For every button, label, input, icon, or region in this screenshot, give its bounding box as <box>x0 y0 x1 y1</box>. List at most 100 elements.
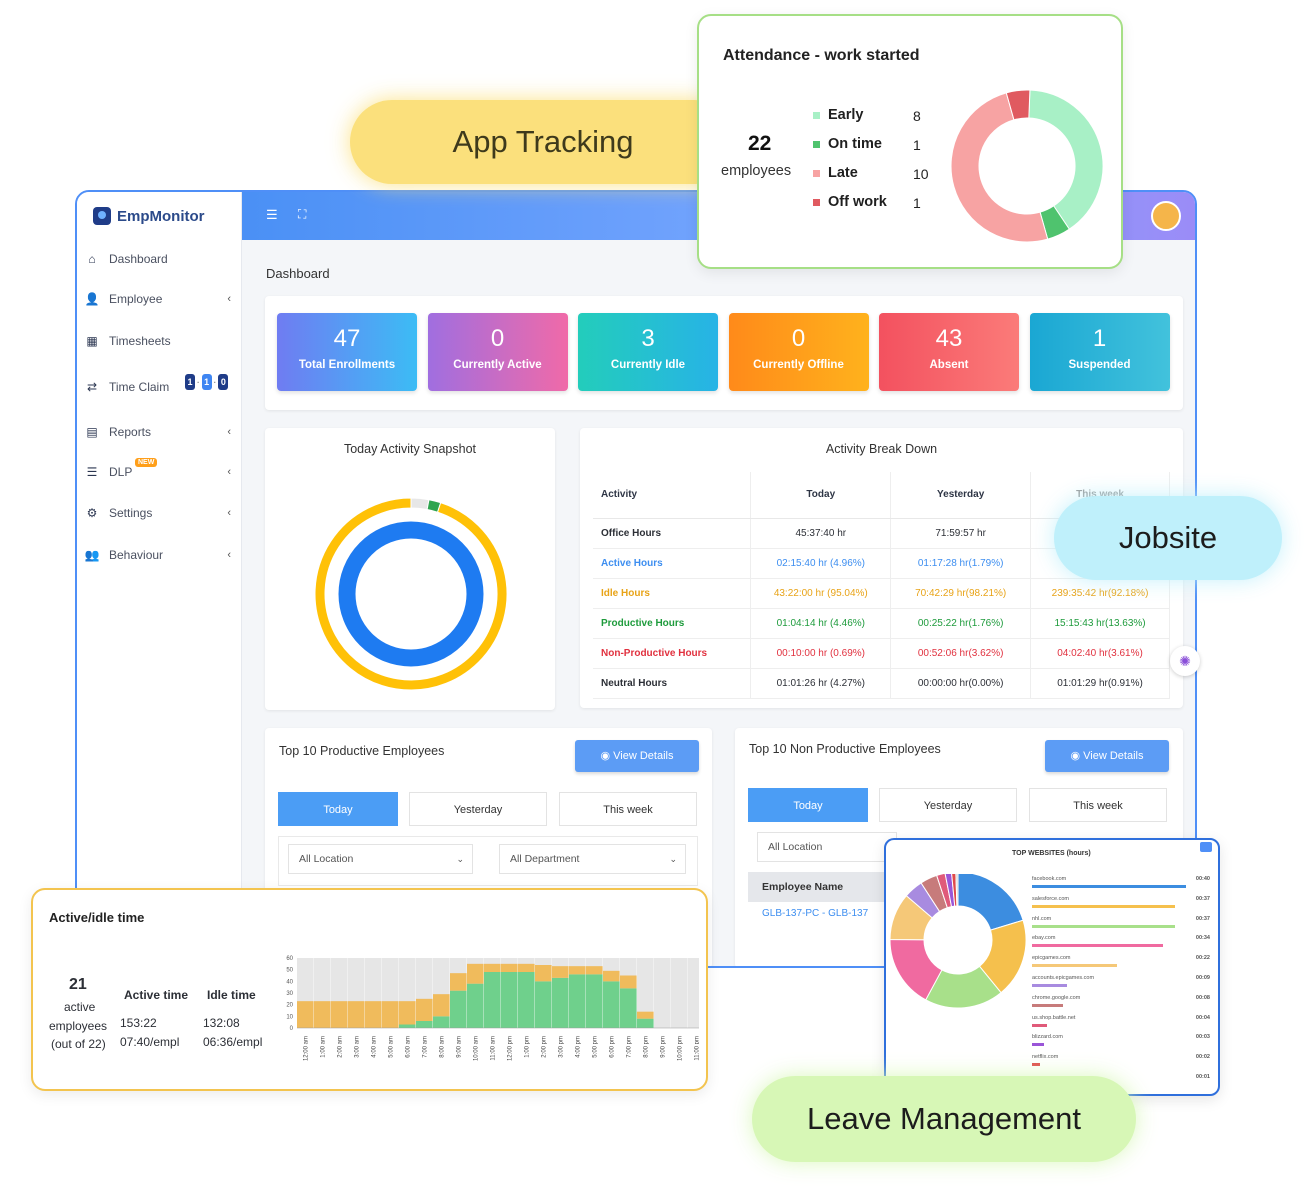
x-tick-label: 10:00 pm <box>677 1036 683 1061</box>
bar-active <box>535 981 552 1028</box>
y-tick-label: 0 <box>290 1026 294 1032</box>
table-row: Idle Hours 43:22:00 hr (95.04%) 70:42:29… <box>593 578 1170 609</box>
table-row: Productive Hours 01:04:14 hr (4.46%) 00:… <box>593 608 1170 639</box>
row-today: 00:10:00 hr (0.69%) <box>750 638 892 669</box>
stat-card-currently-active[interactable]: 0 Currently Active <box>427 313 568 391</box>
department-select[interactable]: All Department ⌄ <box>499 844 686 874</box>
website-time: 00:08 <box>1195 994 1210 1001</box>
tab-yesterday[interactable]: Yesterday <box>409 792 547 826</box>
tab-today[interactable]: Today <box>748 788 868 822</box>
website-bar <box>1032 1003 1063 1007</box>
x-tick-label: 7:00 pm <box>626 1036 632 1058</box>
top-nonproductive-title: Top 10 Non Productive Employees <box>749 742 941 756</box>
new-badge: NEW <box>135 458 158 467</box>
chevron-left-icon: ‹ <box>227 549 231 561</box>
stat-card-currently-idle[interactable]: 3 Currently Idle <box>578 313 718 391</box>
stat-card-absent[interactable]: 43 Absent <box>879 313 1019 391</box>
row-week: 01:01:29 hr(0.91%) <box>1030 668 1170 699</box>
legend-swatch <box>813 169 820 177</box>
bar-active <box>586 974 603 1028</box>
tab-today[interactable]: Today <box>278 792 398 826</box>
chevron-left-icon: ‹ <box>227 293 231 305</box>
website-row: netflix.com 00:02 <box>1032 1054 1214 1067</box>
website-time: 00:22 <box>1195 955 1210 962</box>
attendance-segment <box>1028 89 1104 230</box>
brain-icon[interactable]: ✺ <box>1170 646 1200 676</box>
active-time-header: Active time <box>124 988 189 1002</box>
x-tick-label: 7:00 am <box>422 1036 428 1058</box>
website-name: epicgames.com <box>1032 955 1071 962</box>
sidebar-item-settings[interactable]: ⚙ Settings ‹ <box>77 492 241 534</box>
row-label: Idle Hours <box>593 578 752 609</box>
website-row: chrome.google.com 00:08 <box>1032 994 1214 1007</box>
website-row: blizzard.com 00:03 <box>1032 1034 1214 1047</box>
brand[interactable]: EmpMonitor <box>77 192 241 240</box>
fullscreen-icon[interactable]: ⛶ <box>298 207 306 222</box>
location-select[interactable]: All Location ⌄ <box>288 844 473 874</box>
bar-active <box>467 983 484 1028</box>
website-bar <box>1032 885 1186 888</box>
stat-card-total-enrollments[interactable]: 47 Total Enrollments <box>277 313 417 391</box>
top-productive-title: Top 10 Productive Employees <box>279 744 445 758</box>
bar-idle <box>586 966 603 975</box>
stat-card-currently-offline[interactable]: 0 Currently Offline <box>728 313 869 391</box>
gear-icon: ⚙ <box>86 506 98 520</box>
x-tick-label: 1:00 pm <box>524 1036 530 1058</box>
employee-name-header: Employee Name <box>748 872 888 902</box>
tab-this-week[interactable]: This week <box>1029 788 1167 822</box>
y-tick-label: 60 <box>286 956 293 962</box>
tab-this-week[interactable]: This week <box>559 792 697 826</box>
sidebar-item-time-claim[interactable]: ⇄ Time Claim 1 · 1 · 0 <box>77 362 241 412</box>
website-segment <box>957 874 1024 931</box>
website-bar <box>1032 964 1117 968</box>
sidebar-item-behaviour[interactable]: 👥 Behaviour ‹ <box>77 534 241 576</box>
active-avg: 07:40/empl <box>120 1035 180 1049</box>
x-tick-label: 12:00 am <box>303 1036 309 1061</box>
view-details-button[interactable]: ◉ View Details <box>1045 740 1169 772</box>
employee-link[interactable]: GLB-137-PC - GLB-137 <box>762 908 868 919</box>
sidebar-item-reports[interactable]: ▤ Reports ‹ <box>77 412 241 452</box>
bar-idle <box>331 1001 348 1028</box>
view-details-button[interactable]: ◉ View Details <box>575 740 699 772</box>
website-row: accounts.epicgames.com 00:09 <box>1032 975 1214 987</box>
x-tick-label: 6:00 pm <box>609 1036 615 1058</box>
export-icon[interactable] <box>1200 842 1212 852</box>
website-time: 00:04 <box>1195 1014 1210 1021</box>
x-tick-label: 5:00 pm <box>592 1036 598 1058</box>
bar-idle <box>501 963 518 972</box>
x-tick-label: 1:00 am <box>320 1036 326 1058</box>
sidebar-item-dashboard[interactable]: ⌂ Dashboard <box>77 240 241 278</box>
snapshot-inner-ring <box>338 521 484 667</box>
website-time: 00:02 <box>1195 1054 1210 1061</box>
menu-icon[interactable]: ☰ <box>266 207 278 223</box>
website-name: nhl.com <box>1032 915 1052 922</box>
out-of-label: (out of 22) <box>51 1037 106 1051</box>
employees-label: employees <box>49 1019 108 1033</box>
bar-idle <box>552 966 569 978</box>
row-today: 45:37:40 hr <box>750 518 892 549</box>
attendance-donut <box>950 89 1104 243</box>
website-row: ebay.com 00:34 <box>1032 935 1214 948</box>
website-name: facebook.com <box>1032 876 1067 882</box>
website-bar <box>1032 1063 1040 1067</box>
sidebar-item-timesheets[interactable]: ▦ Timesheets <box>77 320 241 362</box>
active-idle-card: Active/idle time 21 active employees (ou… <box>31 888 708 1091</box>
x-tick-label: 12:00 pm <box>507 1036 513 1061</box>
website-row: salesforce.com 00:37 <box>1032 896 1214 908</box>
bar-background <box>671 958 688 1028</box>
location-select[interactable]: All Location <box>757 832 897 862</box>
bar-idle <box>450 973 467 991</box>
sidebar-item-dlp[interactable]: ☰ DLP ‹ NEW <box>77 452 241 492</box>
sidebar-item-label: Time Claim <box>109 380 170 394</box>
row-today: 01:01:26 hr (4.27%) <box>750 668 892 699</box>
time-claim-count: 1 <box>201 374 212 390</box>
col-today: Today <box>750 472 892 519</box>
sidebar-item-label: Settings <box>109 506 153 520</box>
stat-card-suspended[interactable]: 1 Suspended <box>1029 313 1170 391</box>
website-name: ebay.com <box>1032 935 1056 942</box>
activity-snapshot-card: Today Activity Snapshot <box>265 428 555 710</box>
sidebar-item-employee[interactable]: 👤 Employee ‹ <box>77 278 241 320</box>
tab-yesterday[interactable]: Yesterday <box>879 788 1017 822</box>
x-tick-label: 8:00 am <box>439 1036 445 1058</box>
avatar[interactable] <box>1151 201 1181 231</box>
